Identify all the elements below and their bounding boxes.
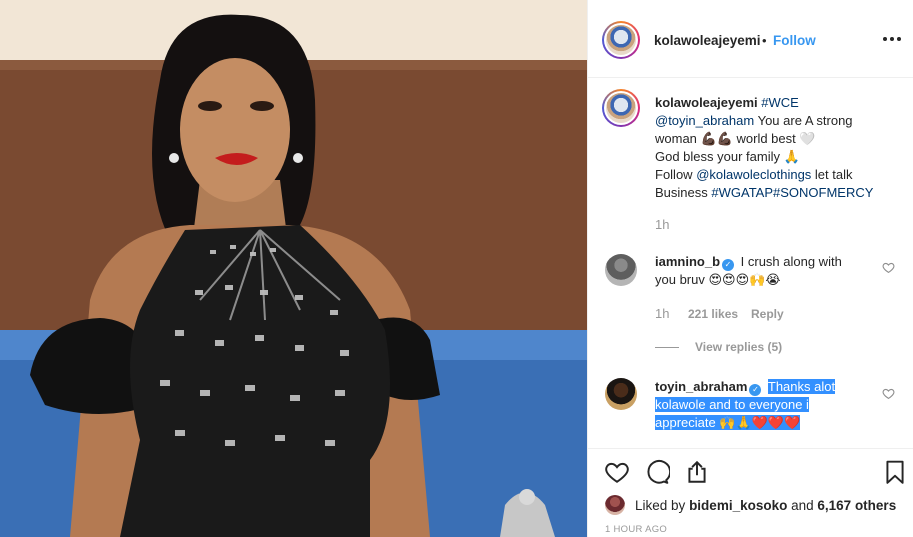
mention-link[interactable]: @kolawoleclothings <box>696 167 811 182</box>
post-photo <box>0 0 587 537</box>
commenter-avatar[interactable] <box>605 254 637 286</box>
mention-link[interactable]: @toyin_abraham <box>655 113 754 128</box>
liker-username[interactable]: bidemi_kosoko <box>689 498 787 513</box>
comment-text: iamnino_b ✓ I crush along with you bruv 😍… <box>655 253 860 289</box>
header-separator: • <box>762 33 767 48</box>
heart-icon[interactable] <box>604 459 630 485</box>
more-options-icon[interactable] <box>880 27 904 51</box>
caption-time[interactable]: 1h <box>655 217 669 232</box>
comment-likes[interactable]: 221 likes <box>688 307 738 321</box>
hashtag-link[interactable]: #WCE <box>761 95 799 110</box>
bookmark-icon[interactable] <box>882 459 908 485</box>
hashtag-link[interactable]: #WGATAP#SONOFMERCY <box>711 185 873 200</box>
author-username[interactable]: kolawoleajeyemi <box>654 33 761 48</box>
divider-line <box>655 346 679 348</box>
caption-body: God bless your family 🙏 <box>655 149 800 164</box>
comment-like-icon[interactable] <box>882 387 895 400</box>
caption-username[interactable]: kolawoleajeyemi <box>655 95 758 110</box>
commenter-username[interactable]: iamnino_b <box>655 254 720 269</box>
liked-by: Liked by bidemi_kosoko and 6,167 others <box>605 494 905 516</box>
post-timestamp[interactable]: 1 HOUR AGO <box>605 524 667 535</box>
commenter-username[interactable]: toyin_abraham <box>655 379 747 394</box>
action-bar <box>588 448 913 490</box>
post-header: kolawoleajeyemi • Follow <box>588 0 913 78</box>
author-avatar[interactable] <box>602 21 640 59</box>
liker-avatar[interactable] <box>605 495 625 515</box>
comment-like-icon[interactable] <box>882 261 895 274</box>
view-replies-label[interactable]: View replies (5) <box>695 340 782 354</box>
share-icon[interactable] <box>684 459 710 485</box>
caption-text: kolawoleajeyemi #WCE @toyin_abraham You … <box>655 94 895 202</box>
liked-by-joiner: and <box>791 497 814 513</box>
caption-avatar[interactable] <box>602 89 640 127</box>
comment-text: toyin_abraham ✓ Thanks alot kolawole and … <box>655 378 860 432</box>
verified-badge-icon: ✓ <box>722 259 735 271</box>
comment-icon[interactable] <box>644 459 670 485</box>
reply-button[interactable]: Reply <box>751 307 784 321</box>
caption-body: Follow <box>655 167 693 182</box>
comments-section: kolawoleajeyemi #WCE @toyin_abraham You … <box>588 79 913 448</box>
view-replies-button[interactable]: View replies (5) <box>655 340 782 354</box>
verified-badge-icon: ✓ <box>749 384 762 396</box>
liked-by-prefix: Liked by <box>635 497 686 513</box>
post-panel: kolawoleajeyemi • Follow kolawoleajeyemi… <box>587 0 913 537</box>
follow-button[interactable]: Follow <box>773 33 816 48</box>
commenter-avatar[interactable] <box>605 378 637 410</box>
likes-count[interactable]: 6,167 others <box>817 498 896 513</box>
comment-time[interactable]: 1h <box>655 306 669 321</box>
